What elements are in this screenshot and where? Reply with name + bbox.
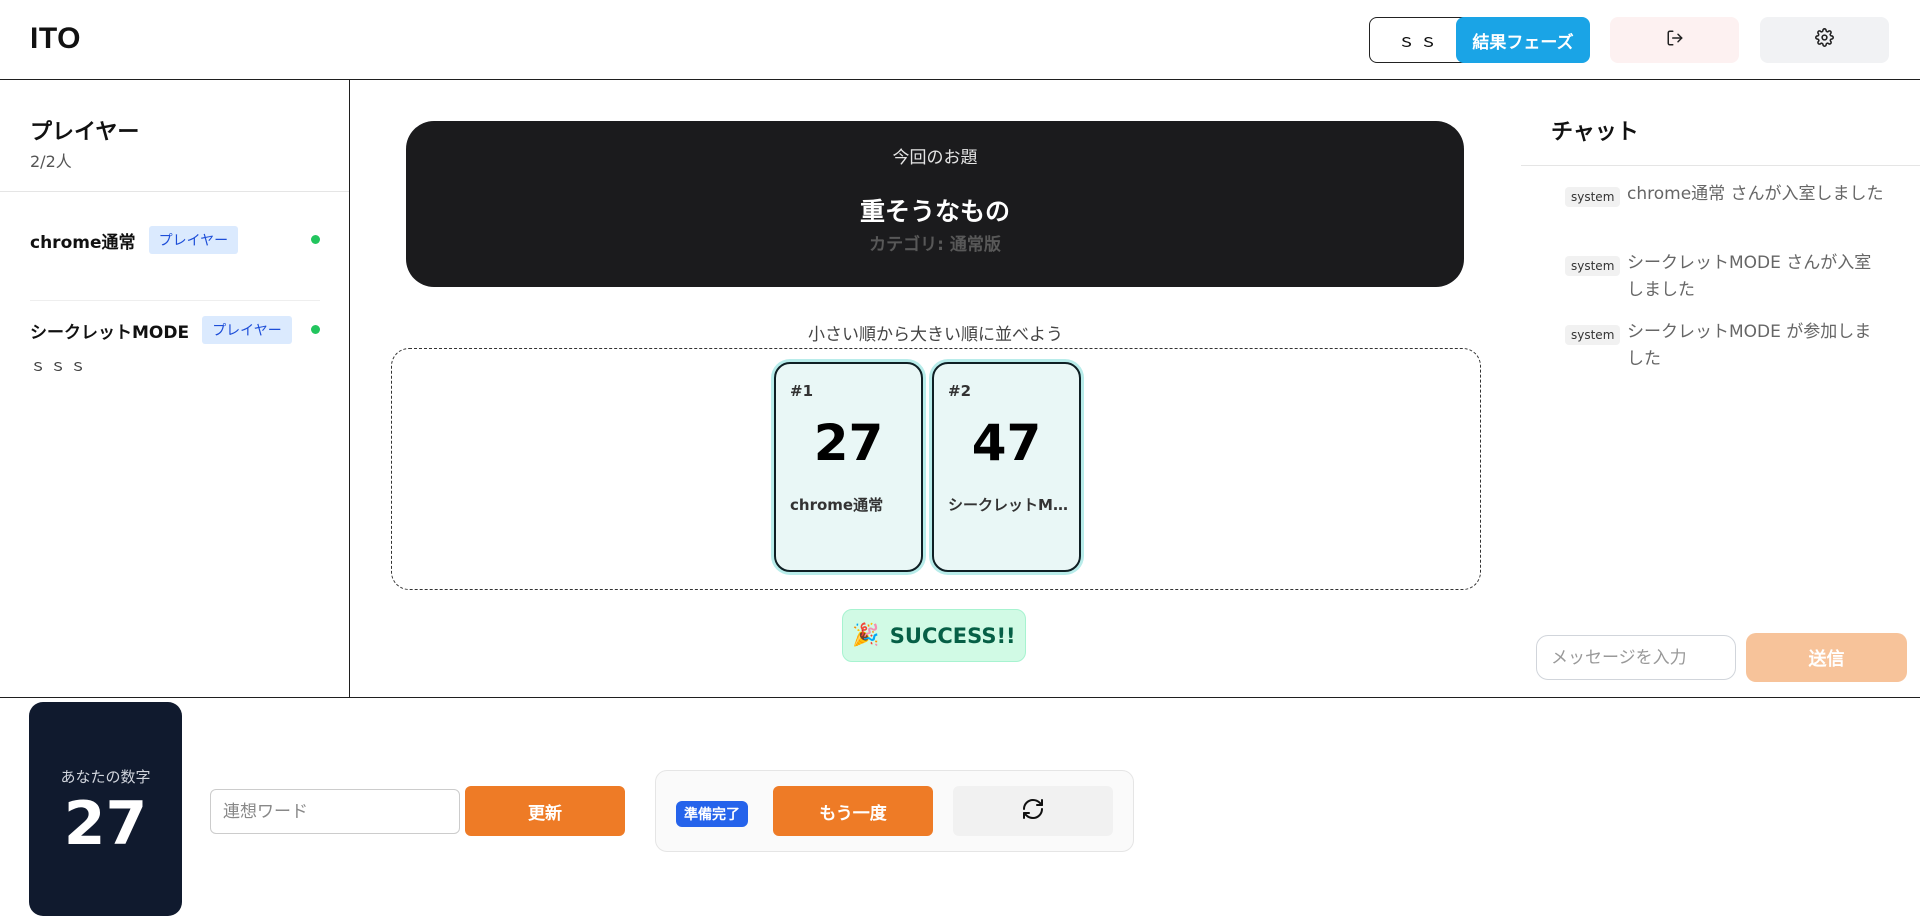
topic-category: カテゴリ: 通常版 [869, 235, 1001, 255]
chat-title: チャット [1551, 120, 1639, 145]
send-button[interactable]: 送信 [1746, 633, 1907, 682]
message-sender-tag: system [1565, 187, 1621, 207]
card-rank: #2 [948, 382, 972, 400]
my-number: 27 [63, 789, 148, 859]
players-count: 2/2人 [30, 152, 72, 171]
refresh-icon [1021, 797, 1045, 825]
card-player-name: chrome通常 [790, 496, 884, 514]
number-card[interactable]: #2 47 シークレットMODE [932, 362, 1081, 572]
message-text: シークレットMODE が参加しました [1627, 322, 1872, 369]
result-text: SUCCESS!! [889, 623, 1016, 648]
result-phase-button[interactable]: 結果フェーズ [1456, 17, 1590, 63]
player-name: chrome通常 [30, 232, 136, 253]
message-text: シークレットMODE さんが入室しました [1627, 253, 1872, 300]
player-item: chrome通常 プレイヤー [30, 226, 320, 254]
app-logo: ITO [30, 22, 81, 55]
game-board: 今回のお題 重そうなもの カテゴリ: 通常版 小さい順から大きい順に並べよう #… [351, 80, 1520, 697]
gear-icon [1815, 28, 1834, 52]
update-button[interactable]: 更新 [465, 786, 625, 836]
my-number-label: あなたの数字 [60, 768, 151, 786]
chat-panel: チャット system chrome通常 さんが入室しました system シー… [1521, 80, 1920, 697]
refresh-button[interactable] [953, 786, 1113, 836]
order-instruction: 小さい順から大きい順に並べよう [808, 325, 1063, 345]
player-role-badge: プレイヤー [202, 316, 292, 344]
divider [30, 300, 320, 301]
players-title: プレイヤー [30, 120, 140, 145]
player-item: シークレットMODE プレイヤー ｓｓｓ [30, 316, 320, 376]
card-number: 47 [971, 414, 1042, 472]
message-sender-tag: system [1565, 325, 1621, 345]
my-number-card: あなたの数字 27 [29, 702, 182, 916]
ready-status-badge: 準備完了 [676, 801, 748, 827]
topic-label: 今回のお題 [892, 148, 978, 168]
number-card[interactable]: #1 27 chrome通常 [774, 362, 923, 572]
card-number: 27 [813, 414, 884, 472]
topic-title: 重そうなもの [859, 197, 1010, 226]
success-banner: 🎉 SUCCESS!! [842, 609, 1026, 662]
top-header: ITO ｓｓ 結果フェーズ [0, 0, 1920, 80]
association-word-input[interactable] [210, 789, 460, 834]
message-sender-tag: system [1565, 256, 1621, 276]
message-text: chrome通常 さんが入室しました [1627, 184, 1884, 204]
leave-room-button[interactable] [1610, 17, 1739, 63]
logout-icon [1666, 29, 1684, 52]
card-drop-zone[interactable]: #1 27 chrome通常 #2 47 シークレットMODE [391, 348, 1481, 590]
divider [1521, 165, 1920, 166]
player-name: シークレットMODE [30, 322, 190, 343]
ready-actions-group: 準備完了 もう一度 [655, 770, 1134, 852]
chat-message-input[interactable] [1536, 635, 1736, 680]
online-status-dot [311, 235, 320, 244]
player-role-badge: プレイヤー [148, 226, 239, 254]
user-name-button[interactable]: ｓｓ [1369, 17, 1470, 63]
card-player-name: シークレットMODE [948, 496, 1068, 514]
topic-panel: 今回のお題 重そうなもの カテゴリ: 通常版 [406, 121, 1464, 287]
play-again-button[interactable]: もう一度 [773, 786, 933, 836]
bottom-action-bar: あなたの数字 27 更新 準備完了 もう一度 [0, 697, 1920, 922]
online-status-dot [311, 325, 320, 334]
players-panel: プレイヤー 2/2人 chrome通常 プレイヤー シークレットMODE プレイ… [0, 80, 350, 697]
card-rank: #1 [790, 382, 814, 400]
party-popper-icon: 🎉 [852, 623, 880, 648]
player-association-word: ｓｓｓ [30, 356, 91, 375]
divider [0, 191, 349, 192]
settings-button[interactable] [1760, 17, 1889, 63]
